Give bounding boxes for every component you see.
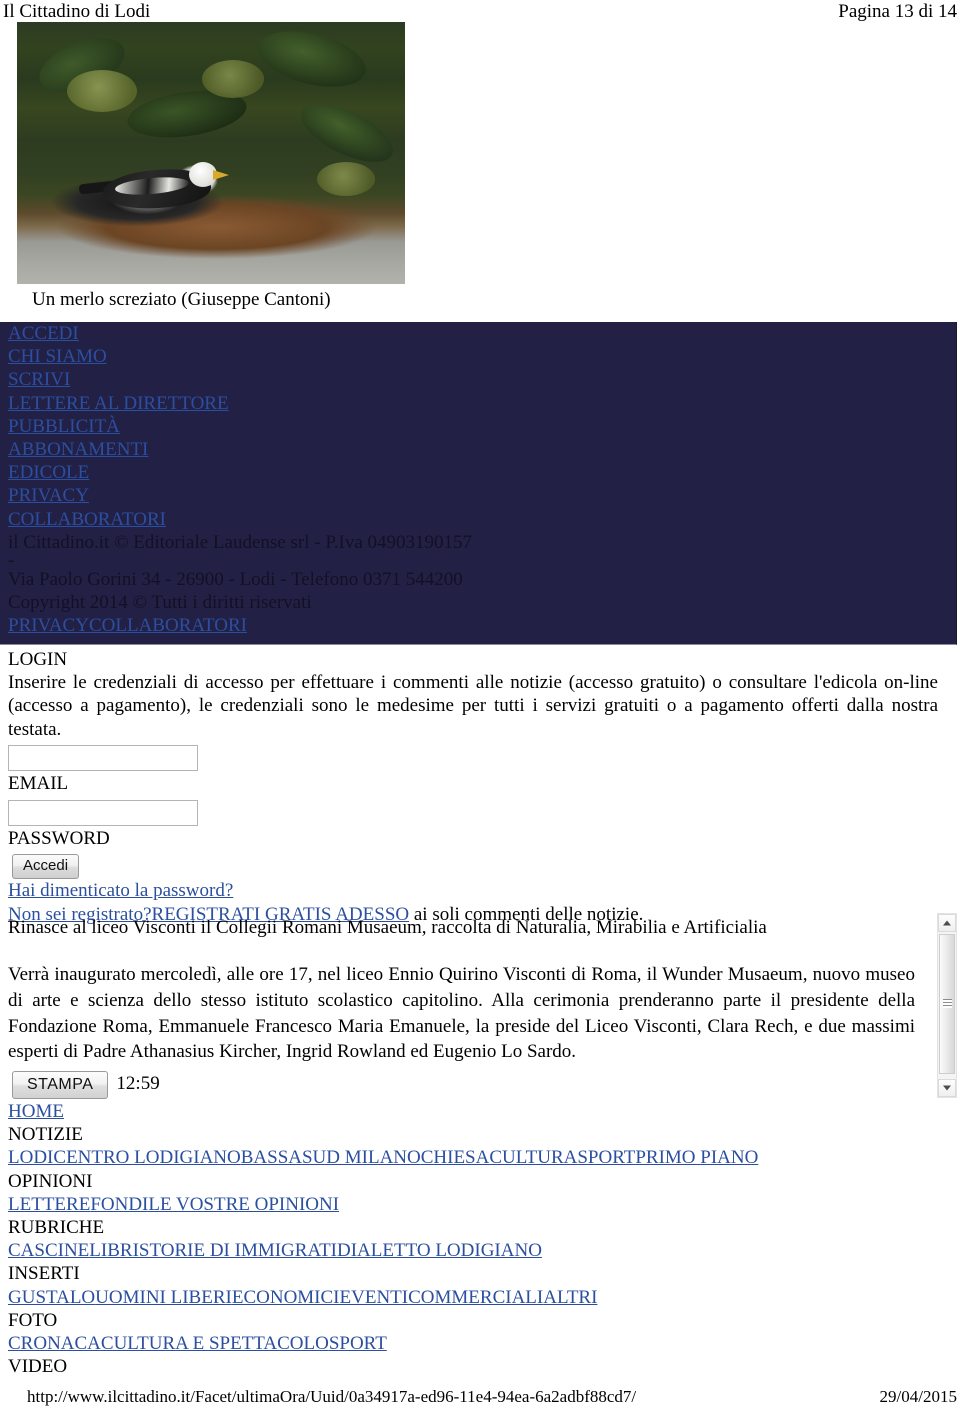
forgot-password-link[interactable]: Hai dimenticato la password?	[8, 880, 233, 901]
footer-link-pubblicita[interactable]: PUBBLICITÀ	[0, 415, 120, 438]
nav-link-le-vostre-opinioni[interactable]: LE VOSTRE OPINIONI	[148, 1194, 339, 1215]
nav-link-sud-milano[interactable]: SUD MILANO	[302, 1147, 421, 1168]
nav-link-chiesa[interactable]: CHIESA	[421, 1147, 490, 1168]
password-field[interactable]	[8, 800, 198, 827]
nav-heading-notizie: NOTIZIE	[8, 1124, 83, 1146]
print-date: 29/04/2015	[879, 1387, 957, 1406]
source-url: http://www.ilcittadino.it/Facet/ultimaOr…	[27, 1387, 637, 1406]
footer-link-edicole[interactable]: EDICOLE	[0, 461, 89, 484]
nav-link-primo-piano[interactable]: PRIMO PIANO	[635, 1147, 758, 1168]
nav-link-dialetto-lodigiano[interactable]: DIALETTO LODIGIANO	[337, 1240, 542, 1261]
nav-heading-inserti: INSERTI	[8, 1263, 80, 1285]
login-section: LOGIN Inserire le credenziali di accesso…	[0, 648, 960, 926]
nav-link-cascine[interactable]: CASCINE	[8, 1240, 89, 1261]
login-submit-button[interactable]: Accedi	[12, 854, 80, 880]
publication-title: Il Cittadino di Lodi	[3, 1, 151, 22]
password-label: PASSWORD	[8, 828, 110, 850]
nav-link-altri[interactable]: ALTRI	[543, 1287, 597, 1308]
article-block: Rinasce al liceo Visconti il Collegii Ro…	[0, 916, 925, 1065]
copyright-address: Via Paolo Gorini 34 - 26900 - Lodi - Tel…	[8, 569, 463, 591]
nav-link-cronaca[interactable]: CRONACA	[8, 1333, 101, 1354]
nav-row-opinioni: LETTEREFONDILE VOSTRE OPINIONI	[8, 1193, 960, 1216]
nav-link-foto-sport[interactable]: SPORT	[329, 1333, 387, 1354]
page-number: Pagina 13 di 14	[838, 1, 957, 22]
nav-row-rubriche: CASCINELIBRISTORIE DI IMMIGRATIDIALETTO …	[8, 1239, 960, 1262]
scroll-up-button[interactable]	[938, 914, 956, 932]
grip-icon	[943, 999, 952, 1008]
footer-link-abbonamenti[interactable]: ABBONAMENTI	[0, 438, 148, 461]
foliage-shape	[67, 70, 137, 112]
nav-link-eventi[interactable]: EVENTI	[340, 1287, 409, 1308]
article-scrollbar[interactable]	[937, 913, 957, 1098]
footer-link-scrivi[interactable]: SCRIVI	[0, 368, 70, 391]
article-body: Verrà inaugurato mercoledì, alle ore 17,…	[8, 964, 915, 1063]
page-footer: http://www.ilcittadino.it/Facet/ultimaOr…	[0, 1385, 960, 1409]
footer-link-chi-siamo[interactable]: CHI SIAMO	[0, 345, 107, 368]
nav-link-lettere[interactable]: LETTERE	[8, 1194, 90, 1215]
nav-link-libri[interactable]: LIBRI	[89, 1240, 139, 1261]
login-description: Inserire le credenziali di accesso per e…	[8, 672, 938, 740]
nav-row-foto: CRONACACULTURA E SPETTACOLOSPORT	[8, 1332, 960, 1355]
nav-link-home[interactable]: HOME	[8, 1101, 64, 1122]
login-heading: LOGIN	[8, 649, 68, 670]
footer-link-accedi[interactable]: ACCEDI	[0, 322, 79, 345]
copyright-separator: -	[8, 550, 15, 572]
copyright-rights: Copyright 2014 © Tutti i diritti riserva…	[8, 592, 312, 614]
foliage-shape	[252, 22, 372, 97]
bird-beak	[213, 170, 229, 180]
foliage-shape	[317, 162, 375, 196]
footer-link-lettere-al-direttore[interactable]: LETTERE AL DIRETTORE	[0, 392, 229, 415]
article-headline: Rinasce al liceo Visconti il Collegii Ro…	[8, 917, 767, 938]
nav-row-notizie: LODICENTRO LODIGIANOBASSASUD MILANOCHIES…	[8, 1146, 960, 1169]
nav-link-storie-di-immigrati[interactable]: STORIE DI IMMIGRATI	[139, 1240, 337, 1261]
scrollbar-thumb[interactable]	[939, 934, 955, 1074]
copyright-line-1: il Cittadino.it © Editoriale Laudense sr…	[8, 531, 473, 553]
site-bottom-nav: HOME NOTIZIE LODICENTRO LODIGIANOBASSASU…	[0, 1100, 960, 1378]
article-photo	[17, 22, 405, 284]
footer-bottom-links: PRIVACYCOLLABORATORI	[0, 614, 956, 638]
nav-link-economici[interactable]: ECONOMICI	[232, 1287, 340, 1308]
scrollbar-track[interactable]	[938, 932, 956, 1081]
nav-heading-opinioni: OPINIONI	[8, 1170, 93, 1192]
publish-time: 12:59	[116, 1073, 160, 1094]
site-footer-panel: ACCEDI CHI SIAMO SCRIVI LETTERE AL DIRET…	[0, 322, 957, 645]
nav-link-gustalo[interactable]: GUSTALO	[8, 1287, 95, 1308]
nav-heading-rubriche: RUBRICHE	[8, 1217, 105, 1239]
footer-bottom-link-privacy[interactable]: PRIVACY	[8, 615, 89, 636]
article-toolbar: STAMPA 12:59	[0, 1071, 160, 1099]
nav-link-commerciali[interactable]: COMMERCIALI	[408, 1287, 543, 1308]
chevron-up-icon	[943, 920, 951, 926]
forgot-password-row: Hai dimenticato la password?	[8, 879, 960, 902]
page-header: Il Cittadino di Lodi Pagina 13 di 14	[0, 0, 960, 24]
scroll-down-button[interactable]	[938, 1079, 956, 1097]
print-button[interactable]: STAMPA	[12, 1071, 109, 1099]
footer-link-collaboratori[interactable]: COLLABORATORI	[0, 508, 166, 531]
nav-link-fondi[interactable]: FONDI	[90, 1194, 148, 1215]
photo-caption: Un merlo screziato (Giuseppe Cantoni)	[32, 289, 331, 310]
nav-link-cultura[interactable]: CULTURA	[489, 1147, 577, 1168]
nav-link-sport[interactable]: SPORT	[577, 1147, 635, 1168]
chevron-down-icon	[943, 1085, 951, 1091]
footer-link-privacy[interactable]: PRIVACY	[0, 484, 89, 507]
nav-link-lodi[interactable]: LODI	[8, 1147, 53, 1168]
foliage-shape	[202, 60, 264, 98]
nav-row-inserti: GUSTALOUOMINI LIBERIECONOMICIEVENTICOMME…	[8, 1286, 960, 1309]
nav-link-centro-lodigiano[interactable]: CENTRO LODIGIANO	[53, 1147, 240, 1168]
nav-link-cultura-e-spettacolo[interactable]: CULTURA E SPETTACOLO	[101, 1333, 329, 1354]
email-label: EMAIL	[8, 773, 69, 795]
nav-link-uomini-liberi[interactable]: UOMINI LIBERI	[95, 1287, 232, 1308]
footer-bottom-link-collaboratori[interactable]: COLLABORATORI	[89, 615, 247, 636]
email-field[interactable]	[8, 745, 198, 772]
merlo-screziato-image	[17, 22, 405, 284]
nav-row-home: HOME	[8, 1100, 960, 1123]
nav-heading-foto: FOTO	[8, 1309, 58, 1331]
nav-heading-video: VIDEO	[8, 1356, 68, 1378]
nav-link-bassa[interactable]: BASSA	[241, 1147, 302, 1168]
